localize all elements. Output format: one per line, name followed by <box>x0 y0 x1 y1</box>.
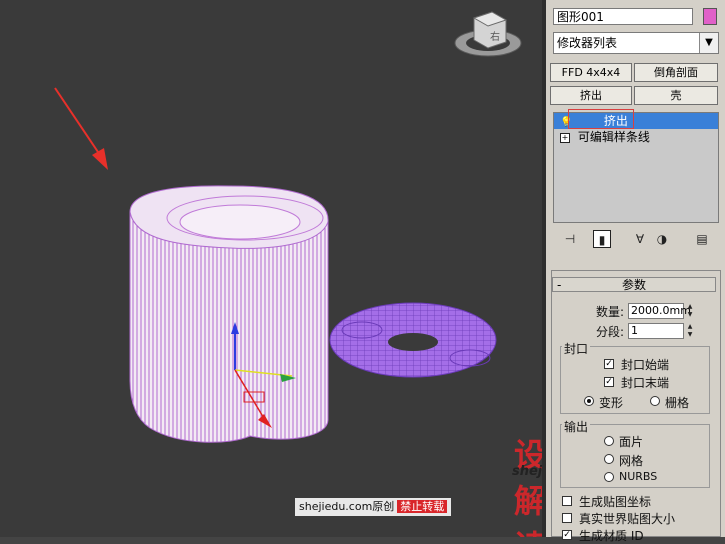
shell-button[interactable]: 壳 <box>634 86 718 105</box>
morph-radio[interactable] <box>584 396 594 406</box>
segments-input[interactable]: 1 <box>628 323 684 339</box>
gen-mat-id-label: 生成材质 ID <box>579 529 644 543</box>
gen-mat-id-checkbox[interactable]: ✓ <box>562 530 572 540</box>
modifier-stack[interactable]: 💡 挤出 + 可编辑样条线 <box>553 109 719 223</box>
output-label: 输出 <box>562 418 591 435</box>
amount-spinner[interactable]: ▲ ▼ <box>686 303 694 319</box>
pointer-arrow <box>54 87 108 170</box>
stack-item-label: 可编辑样条线 <box>577 130 650 144</box>
stack-toolbar: ⊣ ▮ ∀ ◑ ▤ <box>553 230 719 250</box>
configure-sets-icon[interactable]: ▤ <box>693 230 711 248</box>
make-unique-icon[interactable]: ∀ <box>631 230 649 248</box>
pin-stack-icon[interactable]: ⊣ <box>561 230 579 248</box>
segments-label: 分段: <box>596 325 625 339</box>
remove-modifier-icon[interactable]: ◑ <box>653 230 671 248</box>
stack-item-extrude[interactable]: 💡 挤出 <box>554 109 718 129</box>
output-nurbs-radio[interactable] <box>604 472 614 482</box>
segments-spinner[interactable]: ▲ ▼ <box>686 323 694 339</box>
watermark-footer: shejiedu.com原创 禁止转载 <box>295 498 452 516</box>
real-world-map-checkbox[interactable] <box>562 513 572 523</box>
object-color-swatch[interactable] <box>703 8 717 25</box>
modifier-list-dropdown[interactable]: 修改器列表 ▼ <box>553 32 719 54</box>
perspective-viewport[interactable]: 右 设解读 shejiedu.com shejiedu.com原创禁止转载 <box>0 0 542 537</box>
stack-item-label: 挤出 <box>603 114 628 128</box>
gen-map-coords-checkbox[interactable] <box>562 496 572 506</box>
output-mesh-label: 网格 <box>619 454 644 468</box>
cap-start-label: 封口始端 <box>621 358 670 372</box>
show-end-result-icon[interactable]: ▮ <box>593 230 611 248</box>
scene-canvas: 右 <box>54 11 522 443</box>
stack-item-editable-spline[interactable]: + 可编辑样条线 <box>554 129 718 145</box>
ffd-button[interactable]: FFD 4x4x4 <box>550 63 632 82</box>
capping-label: 封口 <box>562 340 591 357</box>
amount-input[interactable]: 2000.0mm <box>628 303 691 319</box>
footer-source: shejiedu.com原创 <box>299 500 395 513</box>
viewcube[interactable] <box>454 11 522 57</box>
gen-map-coords-label: 生成贴图坐标 <box>579 495 652 509</box>
morph-label: 变形 <box>599 396 624 410</box>
cap-end-label: 封口末端 <box>621 376 670 390</box>
grid-label: 栅格 <box>665 396 690 410</box>
cap-end-checkbox[interactable]: ✓ <box>604 377 614 387</box>
ring-shape[interactable] <box>329 302 497 378</box>
object-name-field[interactable]: 图形001 <box>553 8 693 25</box>
modifier-list-label: 修改器列表 <box>557 36 618 50</box>
extrude-button[interactable]: 挤出 <box>550 86 632 105</box>
viewcube-label: 右 <box>490 30 500 43</box>
expand-icon[interactable]: + <box>560 132 570 143</box>
command-panel: 图形001 修改器列表 ▼ FFD 4x4x4 倒角剖面 挤出 壳 💡 挤出 +… <box>546 0 725 543</box>
output-patch-label: 面片 <box>619 435 644 449</box>
output-patch-radio[interactable] <box>604 436 614 446</box>
parameters-title: 参数 <box>621 278 646 292</box>
grid-radio[interactable] <box>650 396 660 406</box>
real-world-map-label: 真实世界贴图大小 <box>579 512 676 526</box>
watermark-url: shejiedu.com <box>512 464 542 479</box>
chevron-down-icon[interactable]: ▼ <box>699 33 718 53</box>
cap-start-checkbox[interactable]: ✓ <box>604 359 614 369</box>
footer-forbid: 禁止转载 <box>397 500 448 513</box>
amount-label: 数量: <box>596 305 625 319</box>
output-nurbs-label: NURBS <box>619 470 658 483</box>
parameters-rollout-header[interactable]: - 参数 <box>552 277 716 292</box>
extruded-object[interactable] <box>129 185 329 443</box>
watermark-brand: 设解读 <box>514 436 542 537</box>
output-mesh-radio[interactable] <box>604 454 614 464</box>
bevel-profile-button[interactable]: 倒角剖面 <box>634 63 718 82</box>
